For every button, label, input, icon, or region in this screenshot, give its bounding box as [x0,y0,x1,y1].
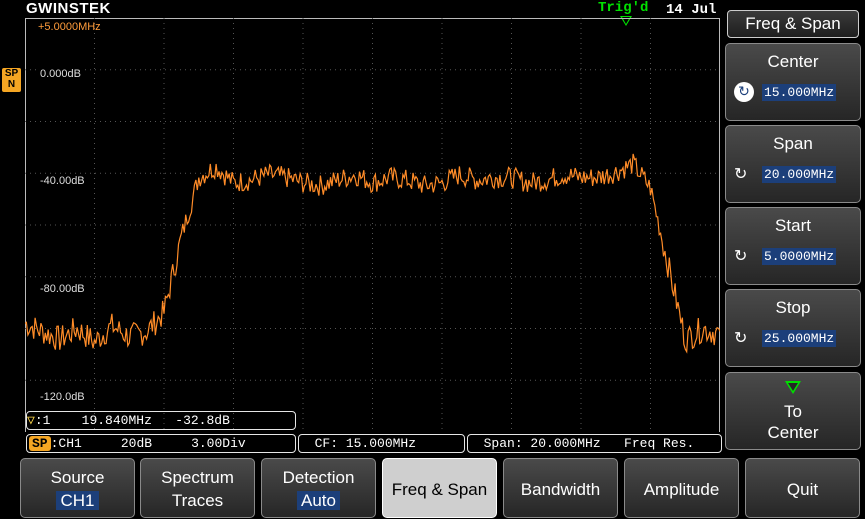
menu-title: Freq & Span [727,10,859,38]
stop-value: 25.000MHz [762,330,837,347]
reference-level: 20dB [120,436,153,451]
quit-label: Quit [786,480,819,499]
knob-icon: ↻ [734,164,748,183]
vertical-scale: 3.00Div [191,436,246,451]
source-channel: :CH1 [50,436,82,451]
bandwidth-label: Bandwidth [520,480,601,499]
center-label: Center [767,52,819,71]
detection-softkey[interactable]: Detection Auto [261,458,376,518]
marker-frequency: 19.840MHz [81,413,152,428]
marker-icon: ▽ [27,413,35,428]
marker-arrow-icon [785,381,801,394]
freq-res-label: Freq Res. [624,436,695,451]
trigger-status: Trig'd [598,0,649,16]
marker-readout: ▽:1 19.840MHz -32.8dB [26,411,296,430]
to-center-label-line2: Center [767,423,819,442]
start-label: Start [775,216,811,235]
grid-lines [25,18,720,432]
span-value: Span: 20.000MHz [483,436,601,451]
amplitude-softkey[interactable]: Amplitude [624,458,739,518]
knob-active-icon: ↻ [734,82,754,102]
freq-span-softkey[interactable]: Freq & Span [382,458,497,518]
span-label: Span [773,134,813,153]
amplitude-label: Amplitude [643,480,720,499]
to-center-button[interactable]: To Center [725,372,861,450]
traces-label-line2: Traces [171,491,224,510]
center-value: 15.000MHz [762,84,837,101]
y-label-minus80db: -80.00dB [38,283,87,295]
source-softkey[interactable]: Source CH1 [20,458,135,518]
y-label-minus120db: -120.0dB [38,391,87,403]
brand-logo: GWINSTEK [26,0,111,17]
center-button[interactable]: Center ↻ 15.000MHz [725,43,861,121]
quit-softkey[interactable]: Quit [745,458,860,518]
y-label-0db: 0.000dB [38,68,83,80]
spectrum-plot [25,18,720,432]
marker-index: :1 [34,413,51,428]
source-label: Source [50,468,105,487]
start-button[interactable]: Start ↻ 5.0000MHz [725,207,861,285]
y-label-minus40db: -40.00dB [38,175,87,187]
traces-label-line1: Spectrum [161,468,234,487]
bandwidth-softkey[interactable]: Bandwidth [503,458,618,518]
stop-button[interactable]: Stop ↻ 25.000MHz [725,289,861,367]
knob-icon: ↻ [734,328,748,347]
spectrum-traces-softkey[interactable]: Spectrum Traces [140,458,255,518]
top-frequency-label: +5.0000MHz [38,21,101,33]
freq-span-label: Freq & Span [391,480,488,499]
span-field-value: 20.000MHz [762,166,837,183]
stop-label: Stop [775,298,811,317]
source-value: CH1 [56,491,99,510]
sp-channel-badge: SP N [2,68,21,92]
start-value: 5.0000MHz [762,248,837,265]
sp-tag: SP [29,436,51,451]
span-button[interactable]: Span ↻ 20.000MHz [725,125,861,203]
span-readout: Span: 20.000MHz Freq Res. [467,434,722,453]
to-center-label-line1: To [784,402,802,421]
channel-status: SP:CH1 20dB 3.00Div [26,434,296,453]
marker-level: -32.8dB [175,413,230,428]
cf-value: CF: 15.000MHz [314,436,417,451]
date-display: 14 Jul [666,2,717,18]
center-frequency-readout: CF: 15.000MHz [298,434,465,453]
detection-value: Auto [297,491,340,510]
detection-label: Detection [282,468,355,487]
knob-icon: ↻ [734,246,748,265]
